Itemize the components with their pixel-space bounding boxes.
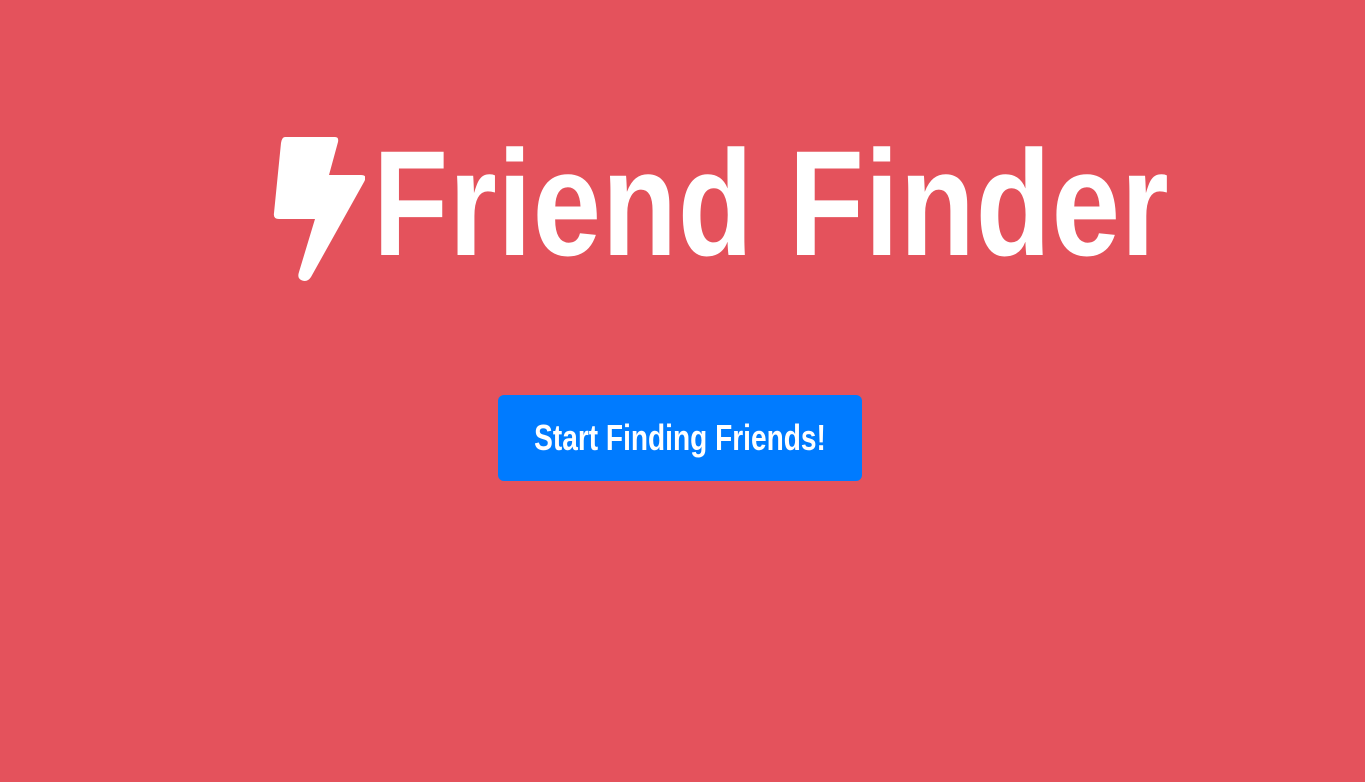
start-finding-friends-button[interactable]: Start Finding Friends! bbox=[498, 395, 862, 481]
lightning-bolt-icon bbox=[273, 137, 365, 281]
hero-header: Friend Finder bbox=[0, 118, 1365, 288]
app-title-group: Friend Finder bbox=[273, 119, 1170, 287]
start-finding-friends-label: Start Finding Friends! bbox=[534, 417, 826, 458]
app-title: Friend Finder bbox=[372, 119, 1170, 287]
